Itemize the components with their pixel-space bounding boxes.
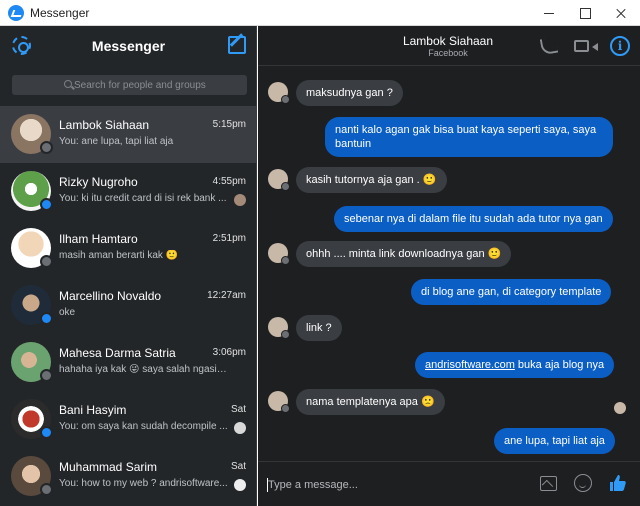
info-icon[interactable]: i [610,36,630,56]
seen-avatar [614,402,626,414]
conversation-name: Rizky Nugroho [59,175,138,189]
maximize-button[interactable] [566,0,604,26]
messenger-badge-icon [40,198,53,211]
facebook-badge-icon [281,404,290,413]
incoming-message: link ? [296,315,342,341]
conversation-time: 5:15pm [212,119,246,130]
outgoing-message: di blog ane gan, di category template [411,279,612,305]
incoming-message: ohhh .... minta link downloadnya gan 🙂 [296,241,512,267]
facebook-badge-icon [40,255,53,268]
new-message-compose-icon[interactable] [228,36,246,54]
window-title: Messenger [30,6,90,20]
conversation-name: Lambok Siahaan [59,118,150,132]
conversation-time: Sat [230,461,246,472]
conversation-time: Sat [230,404,246,415]
conversation-item[interactable]: Bani Hasyim Sat You: om saya kan sudah d… [0,391,256,448]
search-placeholder: Search for people and groups [74,79,206,91]
outgoing-message: nanti kalo agan gak bisa buat kaya seper… [325,117,613,157]
conversation-preview: hahaha iya kak 😜 saya salah ngasih tah..… [59,364,229,375]
outgoing-message: andrisoftware.com buka aja blog nya [415,352,615,378]
chat-pane: Lambok Siahaan Facebook i maksudnya gan … [258,26,640,506]
photo-attach-icon[interactable] [540,476,557,491]
outgoing-message: sebenar nya di dalam file itu sudah ada … [334,206,613,232]
conversation-item[interactable]: Ilham Hamtaro 2:51pm masih aman berarti … [0,220,256,277]
emoji-icon[interactable] [574,474,592,492]
message-list: maksudnya gan ? nanti kalo agan gak bisa… [258,67,640,461]
messenger-badge-icon [40,426,53,439]
conversation-name: Marcellino Novaldo [59,289,162,303]
conversation-preview: masih aman berarti kak 🙂 [59,250,179,261]
incoming-message: nama templatenya apa 🙁 [296,389,445,415]
seen-avatar [234,194,246,206]
message-input[interactable] [268,475,528,495]
conversation-name: Mahesa Darma Satria [59,346,176,360]
close-button[interactable] [602,0,640,26]
conversation-item[interactable]: Muhammad Sarim Sat You: how to my web ? … [0,448,256,505]
conversation-preview: You: om saya kan sudah decompile ... [59,421,228,432]
conversation-preview: You: how to my web ? andrisoftware... [59,478,228,489]
messenger-app-icon [8,5,24,21]
chat-contact-name[interactable]: Lambok Siahaan [378,34,518,48]
conversation-item[interactable]: Rizky Nugroho 4:55pm You: ki itu credit … [0,163,256,220]
conversation-time: 2:51pm [212,233,246,244]
search-icon [64,80,72,88]
phone-call-icon[interactable] [539,36,559,56]
title-bar: Messenger [0,0,640,26]
seen-avatar [234,422,246,434]
incoming-message: kasih tutornya aja gan . 🙂 [296,167,447,193]
conversation-preview: You: ane lupa, tapi liat aja [59,136,174,147]
conversation-name: Ilham Hamtaro [59,232,138,246]
sidebar-title: Messenger [91,38,166,54]
thumbs-up-like-icon[interactable] [608,473,628,493]
search-box[interactable]: Search for people and groups [12,75,247,95]
conversation-list: Lambok Siahaan 5:15pm You: ane lupa, tap… [0,106,256,505]
conversation-name: Bani Hasyim [59,403,127,417]
facebook-badge-icon [281,330,290,339]
conversation-time: 3:06pm [212,347,246,358]
conversation-item[interactable]: Mahesa Darma Satria 3:06pm hahaha iya ka… [0,334,256,391]
conversation-item[interactable]: Marcellino Novaldo 12:27am oke [0,277,256,334]
facebook-badge-icon [40,483,53,496]
incoming-message: maksudnya gan ? [296,80,403,106]
message-text: buka aja blog nya [514,359,605,371]
conversation-time: 4:55pm [212,176,246,187]
chat-header: Lambok Siahaan Facebook i [258,26,640,66]
messenger-badge-icon [40,312,53,325]
facebook-badge-icon [281,95,290,104]
facebook-badge-icon [281,182,290,191]
chat-contact-subtitle: Facebook [428,48,468,58]
message-link[interactable]: andrisoftware.com [425,359,515,371]
outgoing-message: ane lupa, tapi liat aja [494,428,615,454]
facebook-badge-icon [281,256,290,265]
conversation-name: Muhammad Sarim [59,460,158,474]
conversation-preview: You: ki itu credit card di isi rek bank … [59,193,227,204]
sidebar: Messenger Search for people and groups L… [0,26,257,506]
message-composer [258,461,640,506]
conversation-time: 12:27am [207,290,246,301]
video-call-icon[interactable] [574,40,589,52]
minimize-button[interactable] [530,0,568,26]
sidebar-header: Messenger [0,26,257,66]
conversation-item[interactable]: Lambok Siahaan 5:15pm You: ane lupa, tap… [0,106,256,163]
facebook-badge-icon [40,369,53,382]
conversation-preview: oke [59,307,76,318]
facebook-badge-icon [40,141,53,154]
seen-avatar [234,479,246,491]
